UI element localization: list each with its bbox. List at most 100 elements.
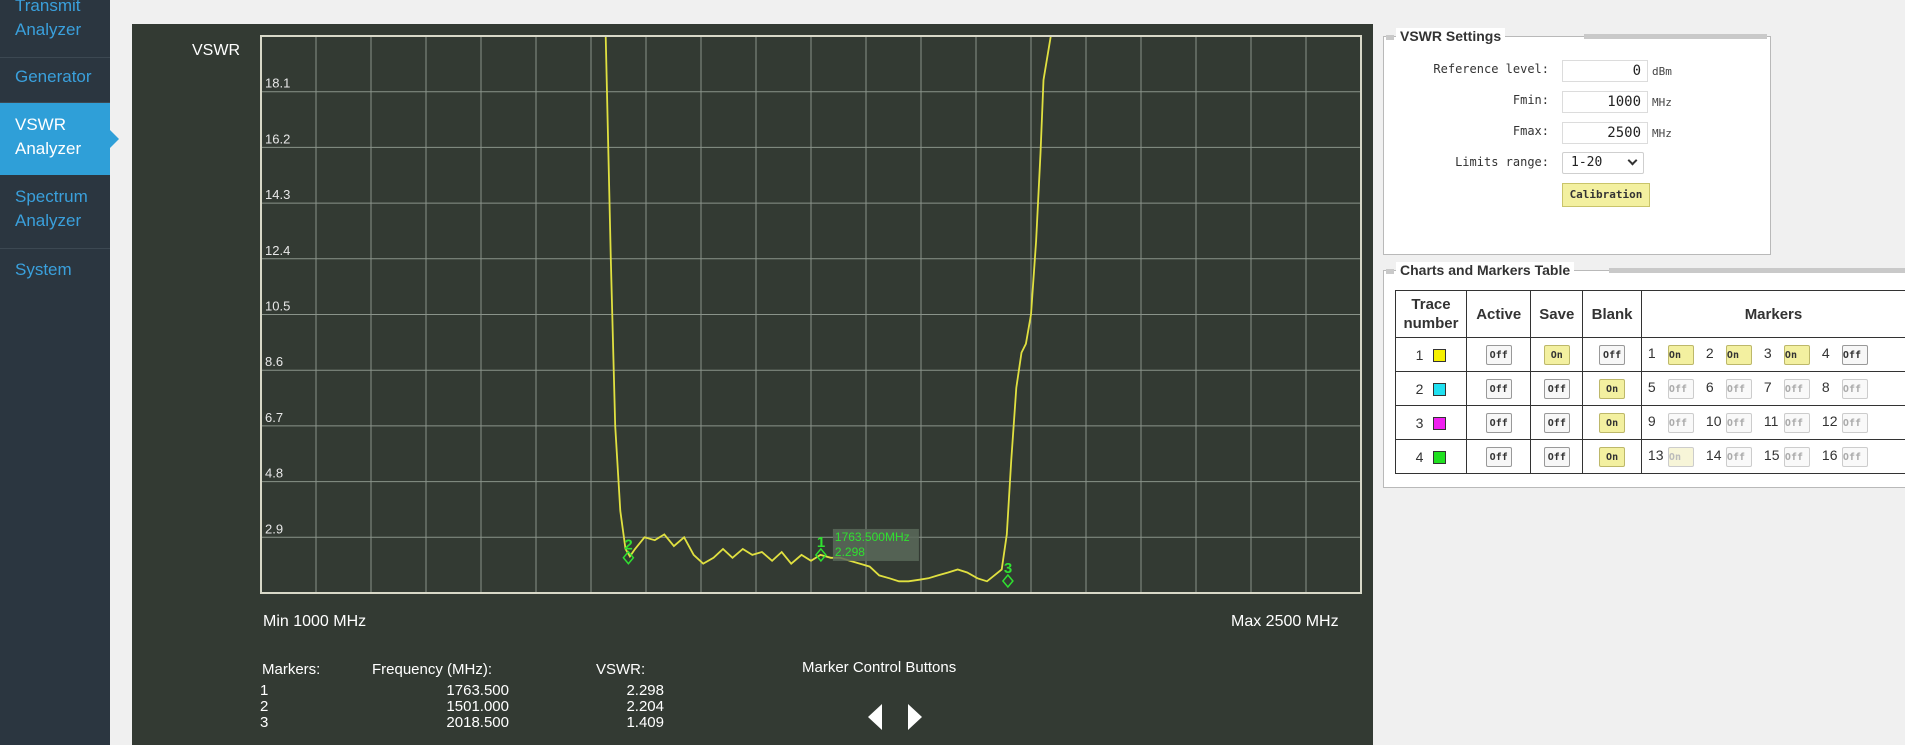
- save-toggle-button[interactable]: Off: [1543, 446, 1570, 467]
- fmin-input[interactable]: [1562, 91, 1648, 113]
- marker-number: 10: [1705, 412, 1722, 429]
- nav-divider: [0, 248, 110, 249]
- blank-cell: On: [1582, 405, 1642, 440]
- nav-spectrum-analyzer[interactable]: Spectrum Analyzer: [0, 185, 110, 235]
- marker-toggle-button[interactable]: Off: [1783, 412, 1810, 433]
- nav-generator[interactable]: Generator: [0, 65, 110, 95]
- marker-toggle-button[interactable]: Off: [1783, 446, 1810, 467]
- active-toggle-button[interactable]: Off: [1485, 344, 1512, 365]
- blank-toggle-button[interactable]: On: [1599, 378, 1626, 399]
- vswr-header: VSWR:: [596, 661, 646, 678]
- markers-table-title: Charts and Markers Table: [1385, 262, 1575, 278]
- marker-toggle-button[interactable]: Off: [1841, 378, 1868, 399]
- marker-toggle-button[interactable]: Off: [1725, 446, 1752, 467]
- y-tick-labels: 2.9 4.8 6.7 8.6 10.5 12.4 14.3 16.2 18.1: [265, 76, 290, 537]
- marker-toggle-button[interactable]: On: [1783, 344, 1810, 365]
- markers-cell: 1 On 2 On 3 On 4 Off: [1640, 337, 1905, 372]
- nav-transmit-analyzer[interactable]: Transmit Analyzer: [0, 0, 110, 44]
- y-tick-label: 18.1: [265, 76, 290, 91]
- readout-vswr: 2.204: [626, 698, 664, 715]
- marker-number: 9: [1647, 412, 1656, 429]
- chart-grid: [261, 36, 1361, 593]
- marker-toggle-button[interactable]: Off: [1841, 344, 1868, 365]
- y-tick-label: 16.2: [265, 131, 290, 146]
- marker-toggle-button[interactable]: On: [1725, 344, 1752, 365]
- sidebar: Transmit Analyzer Generator VSWR Analyze…: [0, 0, 119, 745]
- marker-next-button[interactable]: [904, 702, 926, 732]
- marker-toggle-button[interactable]: Off: [1667, 412, 1694, 433]
- save-cell: Off: [1530, 439, 1584, 474]
- trace-color-swatch: [1433, 349, 1447, 363]
- nav-system[interactable]: System: [0, 258, 110, 288]
- save-toggle-button[interactable]: Off: [1543, 412, 1570, 433]
- save-cell: On: [1530, 337, 1584, 372]
- marker-toggle-button[interactable]: Off: [1841, 446, 1868, 467]
- min-frequency-label: Min 1000 MHz: [263, 613, 367, 630]
- marker-toggle-button[interactable]: On: [1667, 344, 1694, 365]
- y-tick-label: 12.4: [265, 243, 290, 258]
- blank-toggle-button[interactable]: On: [1599, 412, 1626, 433]
- y-tick-label: 6.7: [265, 410, 283, 425]
- markers-header: Markers:: [262, 661, 321, 678]
- trace-color-swatch: [1433, 383, 1447, 397]
- vswr-settings-panel: VSWR Settings Reference level: dBm Fmin:…: [1383, 28, 1771, 255]
- trace-cell: 4: [1394, 439, 1468, 474]
- fmax-unit: MHz: [1652, 127, 1672, 140]
- blank-toggle-button[interactable]: On: [1599, 446, 1626, 467]
- fieldset-decoration: [1584, 34, 1767, 39]
- limits-range-select[interactable]: 1-20: [1562, 152, 1644, 174]
- marker-number: 1: [1647, 344, 1656, 361]
- y-tick-label: 2.9: [265, 521, 283, 536]
- marker-number: 16: [1821, 446, 1838, 463]
- nav-label: System: [15, 260, 72, 279]
- header-markers: Markers: [1640, 290, 1905, 338]
- header-blank: Blank: [1582, 290, 1642, 338]
- marker-number: 11: [1763, 412, 1779, 429]
- readout-marker-number: 2: [260, 698, 269, 715]
- readout-marker-number: 3: [260, 714, 269, 731]
- frequency-header: Frequency (MHz):: [372, 661, 493, 678]
- active-toggle-button[interactable]: Off: [1485, 446, 1512, 467]
- active-cell: Off: [1466, 439, 1532, 474]
- marker-toggle-button[interactable]: Off: [1783, 378, 1810, 399]
- calibration-button[interactable]: Calibration: [1562, 183, 1650, 207]
- nav-label: Generator: [15, 67, 92, 86]
- reference-level-input[interactable]: [1562, 60, 1648, 82]
- top-bar: [110, 0, 1905, 24]
- tooltip-vswr: 2.298: [835, 545, 865, 559]
- trace-number: 2: [1415, 380, 1424, 397]
- fmax-input[interactable]: [1562, 122, 1648, 144]
- marker-number: 4: [1821, 344, 1830, 361]
- marker-toggle-button[interactable]: Off: [1725, 378, 1752, 399]
- y-tick-label: 10.5: [265, 299, 290, 314]
- active-cell: Off: [1466, 371, 1532, 406]
- nav-vswr-analyzer[interactable]: VSWR Analyzer: [0, 103, 119, 175]
- nav-divider: [0, 57, 110, 58]
- save-toggle-button[interactable]: Off: [1543, 378, 1570, 399]
- markers-cell: 13 On 14 Off 15 Off 16 Off: [1640, 439, 1905, 474]
- marker-prev-button[interactable]: [864, 702, 886, 732]
- active-toggle-button[interactable]: Off: [1485, 378, 1512, 399]
- marker-number: 2: [1705, 344, 1714, 361]
- max-frequency-label: Max 2500 MHz: [1231, 613, 1339, 630]
- fieldset-decoration: [1609, 268, 1905, 273]
- header-active: Active: [1466, 290, 1532, 338]
- marker-number: 14: [1705, 446, 1722, 463]
- save-cell: Off: [1530, 371, 1584, 406]
- blank-toggle-button[interactable]: Off: [1599, 344, 1626, 365]
- trace-cell: 2: [1394, 371, 1468, 406]
- marker-toggle-button[interactable]: On: [1667, 446, 1694, 467]
- marker-number: 8: [1821, 378, 1830, 395]
- marker-toggle-button[interactable]: Off: [1725, 412, 1752, 433]
- active-toggle-button[interactable]: Off: [1485, 412, 1512, 433]
- save-toggle-button[interactable]: On: [1543, 344, 1570, 365]
- tooltip-frequency: 1763.500MHz: [835, 530, 910, 544]
- marker-control-title: Marker Control Buttons: [802, 659, 957, 676]
- nav-label: Transmit Analyzer: [15, 0, 82, 39]
- marker-toggle-button[interactable]: Off: [1841, 412, 1868, 433]
- marker-toggle-button[interactable]: Off: [1667, 378, 1694, 399]
- header-label: Trace number: [1403, 296, 1459, 332]
- marker-number: 12: [1821, 412, 1838, 429]
- readout-frequency: 1763.500: [446, 682, 509, 699]
- limits-range-value: 1-20: [1571, 155, 1603, 170]
